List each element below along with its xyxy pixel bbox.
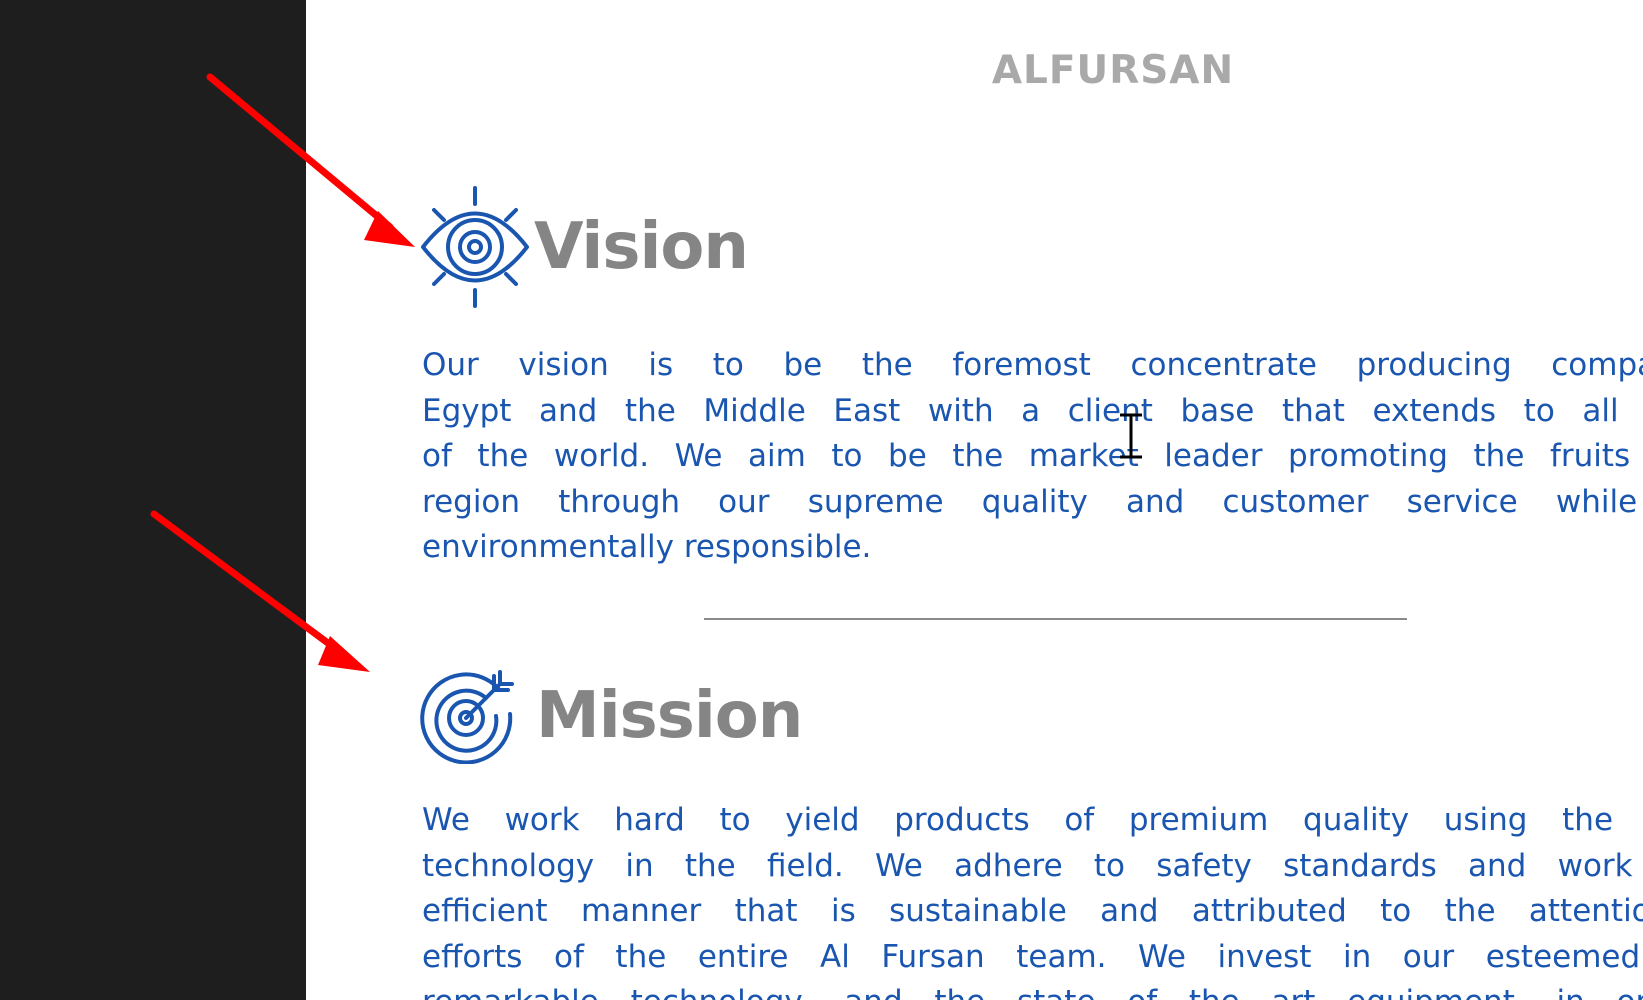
mission-line: efficient manner that is sustainable and…: [422, 893, 1643, 929]
target-arrow-icon: [420, 668, 516, 764]
mission-line: technology in the field. We adhere to sa…: [422, 847, 1643, 884]
vision-line: region through our supreme quality and c…: [422, 483, 1643, 520]
vision-paragraph: Our vision is to be the foremost concent…: [422, 343, 1643, 571]
mission-title: Mission: [536, 679, 803, 753]
vision-line: Egypt and the Middle East with a client …: [422, 392, 1643, 429]
vision-heading: Vision: [420, 184, 749, 310]
eye-icon: [420, 184, 530, 310]
vision-line: Our vision is to be the foremost concent…: [422, 347, 1643, 383]
document-page: ALFURSAN Vision Our vision is to be the …: [306, 0, 1643, 1000]
text-cursor-icon: [1120, 413, 1142, 459]
mission-paragraph: We work hard to yield products of premiu…: [422, 798, 1643, 1000]
screen: ALFURSAN Vision Our vision is to be the …: [0, 0, 1643, 1000]
mission-line: remarkable technology, and the state of …: [422, 980, 1643, 1000]
vision-line: environmentally responsible.: [422, 529, 872, 565]
vision-line: of the world. We aim to be the market le…: [422, 438, 1643, 474]
left-dark-margin: [0, 0, 306, 1000]
mission-heading: Mission: [420, 668, 803, 764]
vision-title: Vision: [534, 210, 749, 284]
mission-line: We work hard to yield products of premiu…: [422, 802, 1643, 838]
section-divider: [704, 618, 1407, 620]
brand-header: ALFURSAN: [991, 48, 1235, 93]
mission-line: efforts of the entire Al Fursan team. We…: [422, 938, 1643, 975]
